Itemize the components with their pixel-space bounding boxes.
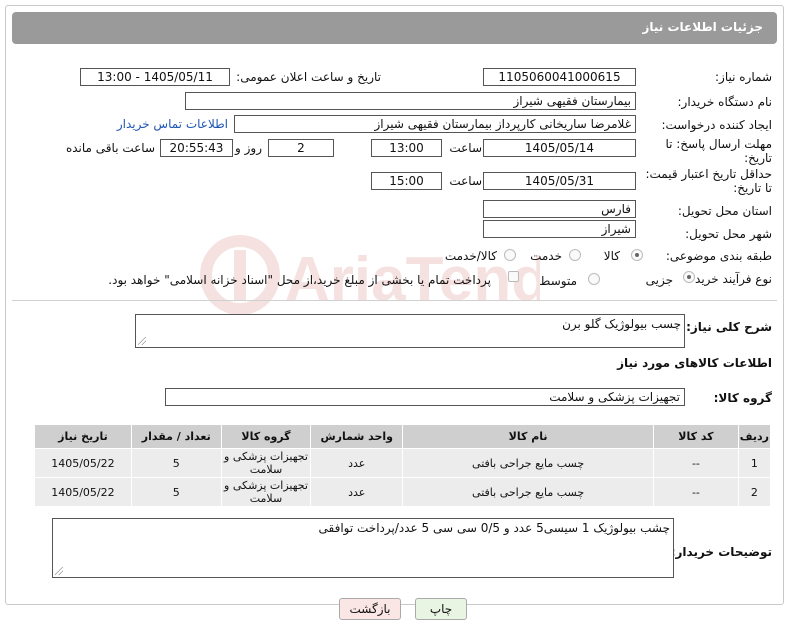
need-number-field: 1105060041000615 [483,68,636,86]
need-number-label: شماره نیاز: [715,70,772,84]
province-label: استان محل تحویل: [677,204,772,218]
treasury-payment-note: پرداخت تمام یا بخشی از مبلغ خرید،از محل … [108,273,491,287]
deadline-time-field: 13:00 [371,139,442,157]
category-option-service: خدمت [530,249,562,263]
col-header-row-number: ردیف [737,424,772,449]
category-radio-both[interactable] [504,249,516,261]
cell-item-name: چسب مایع جراحی بافتی [402,477,655,507]
deadline-time-label: ساعت [449,141,482,155]
table-header-row: ردیف کد کالا نام کالا واحد شمارش گروه کا… [34,424,772,449]
goods-table: ردیف کد کالا نام کالا واحد شمارش گروه کا… [34,424,772,507]
price-validity-time-field: 15:00 [371,172,442,190]
deadline-label-line1: مهلت ارسال پاسخ: تا [665,137,772,151]
category-label: طبقه بندی موضوعی: [665,249,772,263]
city-field: شیراز [483,220,636,238]
buyer-contact-link[interactable]: اطلاعات تماس خریدار [117,117,228,131]
summary-label: شرح کلی نیاز: [686,320,772,334]
purchase-option-small: جزیی [645,273,673,287]
purchase-type-label: نوع فرآیند خرید : [687,272,772,286]
cell-row-number: 1 [737,448,772,478]
print-button[interactable]: چاپ [415,598,467,620]
category-option-both: کالا/خدمت [444,249,497,263]
cell-item-name: چسب مایع جراحی بافتی [402,448,655,478]
buyer-org-label: نام دستگاه خریدار: [677,95,773,109]
cell-quantity: 5 [130,448,222,478]
resize-grip-icon[interactable] [55,567,63,575]
col-header-item-code: کد کالا [653,424,739,449]
cell-unit: عدد [310,477,404,507]
remaining-time-field: 20:55:43 [160,139,233,157]
goods-group-label: گروه کالا: [713,391,772,405]
back-button[interactable]: بازگشت [339,598,401,620]
table-row: 1 -- چسب مایع جراحی بافتی عدد تجهیزات پز… [34,448,772,478]
summary-textarea[interactable]: چسب بیولوژیک گلو برن [135,314,685,348]
cell-unit: عدد [310,448,404,478]
cell-goods-group: تجهیزات پزشکی و سلامت [220,448,312,478]
province-field: فارس [483,200,636,218]
price-validity-date-field: 1405/05/31 [483,172,636,190]
cell-need-date: 1405/05/22 [34,448,132,478]
page-title: جزئیات اطلاعات نیاز [642,20,763,34]
requester-label: ایجاد کننده درخواست: [661,118,772,132]
announce-field: 1405/05/11 - 13:00 [80,68,230,86]
purchase-radio-medium[interactable] [588,273,600,285]
cell-quantity: 5 [130,477,222,507]
col-header-goods-group: گروه کالا [220,424,312,449]
buyer-notes-text: چشب بیولوژیک 1 سیسی5 عدد و 0/5 سی سی 5 ع… [318,521,670,535]
treasury-payment-checkbox[interactable] [508,271,519,282]
title-bar: جزئیات اطلاعات نیاز [12,12,777,44]
city-label: شهر محل تحویل: [685,227,772,241]
cell-item-code: -- [653,477,739,507]
price-validity-label-line2: تا تاریخ: [733,181,772,195]
buyer-org-field: بیمارستان فقیهی شیراز [185,92,636,110]
days-label: روز و [235,141,262,155]
summary-text: چسب بیولوژیک گلو برن [562,317,681,331]
col-header-quantity: تعداد / مقدار [130,424,222,449]
price-validity-label-line1: حداقل تاریخ اعتبار قیمت: [645,167,772,181]
remaining-label: ساعت باقی مانده [65,141,155,155]
section-divider [12,300,777,301]
days-field: 2 [268,139,334,157]
cell-need-date: 1405/05/22 [34,477,132,507]
requester-field: غلامرضا ساریخانی کارپرداز بیمارستان فقیه… [234,115,636,133]
resize-grip-icon[interactable] [138,337,146,345]
purchase-radio-small[interactable] [683,271,695,283]
deadline-date-field: 1405/05/14 [483,139,636,157]
buyer-notes-textarea[interactable]: چشب بیولوژیک 1 سیسی5 عدد و 0/5 سی سی 5 ع… [52,518,674,578]
col-header-need-date: تاریخ نیاز [34,424,132,449]
buyer-notes-label: توضیحات خریدار: [670,545,772,559]
goods-group-field: تجهیزات پزشکی و سلامت [165,388,685,406]
col-header-unit: واحد شمارش [310,424,404,449]
goods-section-title: اطلاعات کالاهای مورد نیاز [617,356,772,370]
category-radio-service[interactable] [569,249,581,261]
category-radio-goods[interactable] [631,249,643,261]
table-row: 2 -- چسب مایع جراحی بافتی عدد تجهیزات پز… [34,477,772,507]
cell-item-code: -- [653,448,739,478]
announce-label: تاریخ و ساعت اعلان عمومی: [236,70,381,84]
purchase-option-medium: متوسط [539,274,577,288]
price-validity-time-label: ساعت [449,174,482,188]
cell-goods-group: تجهیزات پزشکی و سلامت [220,477,312,507]
col-header-item-name: نام کالا [402,424,655,449]
cell-row-number: 2 [737,477,772,507]
category-option-goods: کالا [603,249,620,263]
deadline-label-line2: تاریخ: [744,151,772,165]
